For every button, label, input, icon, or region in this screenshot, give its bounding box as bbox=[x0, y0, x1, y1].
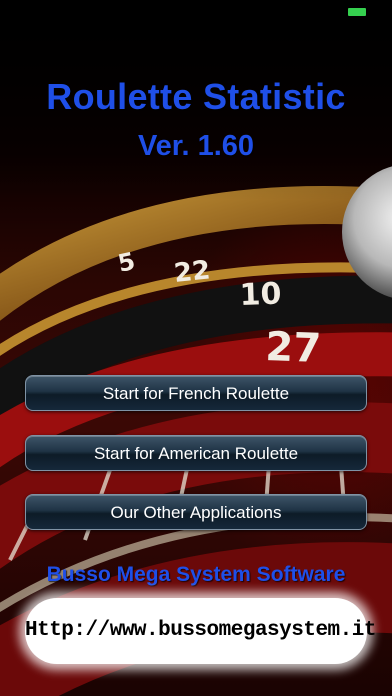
website-url[interactable]: Http://www.bussomegasystem.it bbox=[25, 619, 376, 642]
app-screen: 5 22 10 27 Roulette Statistic Ver. 1.60 … bbox=[0, 0, 392, 696]
french-roulette-button[interactable]: Start for French Roulette bbox=[25, 375, 367, 411]
app-title: Roulette Statistic bbox=[46, 76, 346, 117]
website-link[interactable]: Http://www.bussomegasystem.it bbox=[25, 598, 376, 664]
wheel-number: 27 bbox=[265, 324, 322, 372]
company-name: Busso Mega System Software bbox=[46, 563, 346, 586]
american-roulette-button[interactable]: Start for American Roulette bbox=[25, 435, 367, 471]
wheel-number: 10 bbox=[239, 277, 282, 313]
battery-icon bbox=[348, 8, 366, 16]
app-version: Ver. 1.60 bbox=[137, 130, 255, 162]
wheel-number: 22 bbox=[173, 255, 212, 289]
wheel-number: 5 bbox=[115, 247, 137, 278]
other-applications-button[interactable]: Our Other Applications bbox=[25, 494, 367, 530]
